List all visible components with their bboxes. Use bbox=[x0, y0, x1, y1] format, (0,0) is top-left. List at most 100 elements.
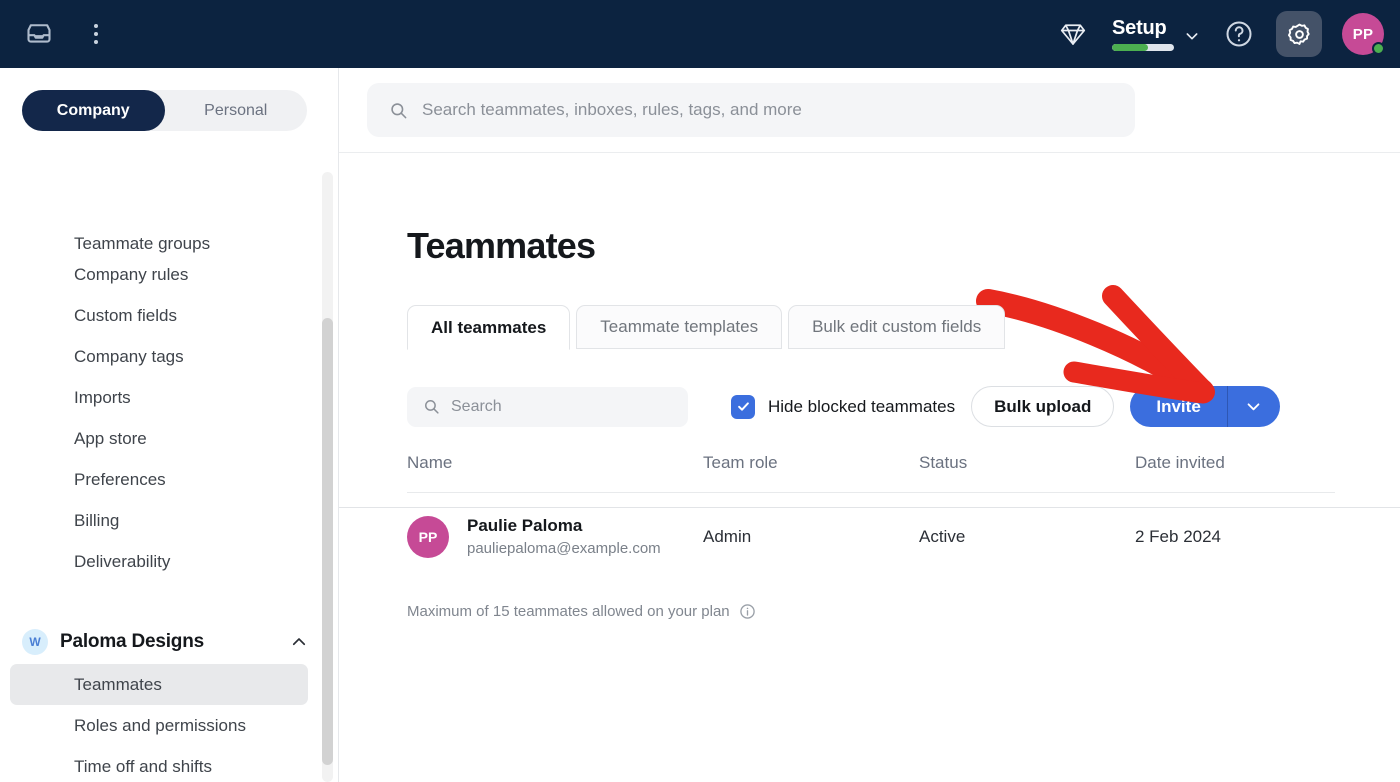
hide-blocked-checkbox[interactable] bbox=[731, 395, 755, 419]
search-input[interactable] bbox=[422, 100, 1112, 120]
sidebar-item-label: Roles and permissions bbox=[74, 716, 246, 736]
scope-toggle-company[interactable]: Company bbox=[22, 90, 165, 131]
sidebar-item-label: Company rules bbox=[74, 265, 188, 285]
presence-indicator bbox=[1372, 42, 1385, 55]
sidebar-item-label: Custom fields bbox=[74, 306, 177, 326]
teammate-email: pauliepaloma@example.com bbox=[467, 539, 661, 559]
setup-progress-menu[interactable]: Setup bbox=[1110, 17, 1202, 51]
chevron-up-icon bbox=[290, 633, 308, 651]
global-search-header bbox=[339, 68, 1400, 153]
sidebar-item-billing[interactable]: Billing bbox=[10, 500, 308, 541]
teammates-toolbar: Hide blocked teammates Bulk upload Invit… bbox=[407, 386, 1335, 427]
sidebar-item-label: App store bbox=[74, 429, 147, 449]
workspace-name: Paloma Designs bbox=[60, 631, 204, 653]
teammate-identity: PP Paulie Paloma pauliepaloma@example.co… bbox=[407, 515, 703, 559]
cell-status: Active bbox=[919, 493, 1135, 578]
tab-bulk-edit-custom-fields[interactable]: Bulk edit custom fields bbox=[788, 305, 1005, 349]
teammates-page: Teammates All teammates Teammate templat… bbox=[339, 153, 1400, 620]
kebab-dot bbox=[94, 40, 98, 44]
teammates-search[interactable] bbox=[407, 387, 688, 427]
sidebar-item-teammate-groups[interactable]: Teammate groups bbox=[10, 220, 308, 254]
bulk-upload-button[interactable]: Bulk upload bbox=[971, 386, 1114, 427]
topbar-left-group bbox=[0, 17, 110, 51]
plan-limit-text: Maximum of 15 teammates allowed on your … bbox=[407, 603, 730, 620]
teammates-search-input[interactable] bbox=[451, 398, 661, 416]
kebab-dot bbox=[94, 32, 98, 36]
teammates-table: Name Team role Status Date invited PP bbox=[407, 453, 1335, 577]
sidebar-item-label: Deliverability bbox=[74, 552, 170, 572]
checkmark-icon bbox=[736, 399, 751, 414]
setup-progress-bar bbox=[1112, 44, 1174, 51]
column-header-date-invited: Date invited bbox=[1135, 453, 1335, 493]
sidebar-item-label: Billing bbox=[74, 511, 119, 531]
info-circle-icon[interactable] bbox=[739, 603, 756, 620]
chevron-down-icon bbox=[1245, 398, 1262, 415]
tab-label: Teammate templates bbox=[600, 317, 758, 337]
column-header-status: Status bbox=[919, 453, 1135, 493]
sidebar-section-gap bbox=[0, 582, 330, 620]
invite-button-group: Invite bbox=[1130, 386, 1279, 427]
sidebar-item-company-rules[interactable]: Company rules bbox=[10, 254, 308, 295]
table-row[interactable]: PP Paulie Paloma pauliepaloma@example.co… bbox=[407, 493, 1335, 578]
invite-button-label: Invite bbox=[1156, 397, 1200, 417]
hide-blocked-label: Hide blocked teammates bbox=[768, 397, 955, 417]
avatar: PP bbox=[407, 516, 449, 558]
sidebar-item-custom-fields[interactable]: Custom fields bbox=[10, 295, 308, 336]
sidebar-item-deliverability[interactable]: Deliverability bbox=[10, 541, 308, 582]
question-circle-icon[interactable] bbox=[1222, 17, 1256, 51]
tab-all-teammates[interactable]: All teammates bbox=[407, 305, 570, 350]
sidebar-item-time-off-and-shifts[interactable]: Time off and shifts bbox=[10, 746, 308, 782]
cell-date-invited: 2 Feb 2024 bbox=[1135, 493, 1335, 578]
gear-icon[interactable] bbox=[1276, 11, 1322, 57]
column-header-name: Name bbox=[407, 453, 703, 493]
table-header: Name Team role Status Date invited bbox=[407, 453, 1335, 493]
kebab-menu-icon[interactable] bbox=[82, 17, 110, 51]
kebab-dot bbox=[94, 24, 98, 28]
topbar-right-group: Setup bbox=[1056, 11, 1400, 57]
sidebar-item-label: Time off and shifts bbox=[74, 757, 212, 777]
avatar-initials: PP bbox=[419, 529, 438, 545]
sidebar-item-teammates[interactable]: Teammates bbox=[10, 664, 308, 705]
sidebar-item-label: Teammates bbox=[74, 675, 162, 695]
sidebar-item-app-store[interactable]: App store bbox=[10, 418, 308, 459]
hide-blocked-teammates-toggle[interactable]: Hide blocked teammates bbox=[731, 395, 955, 419]
diamond-icon[interactable] bbox=[1056, 17, 1090, 51]
scope-toggle-personal[interactable]: Personal bbox=[165, 90, 308, 131]
setup-progress-column: Setup bbox=[1112, 17, 1174, 51]
workspace-badge-letter: W bbox=[29, 635, 40, 649]
sidebar-item-company-tags[interactable]: Company tags bbox=[10, 336, 308, 377]
page-title: Teammates bbox=[407, 225, 1400, 267]
sidebar-item-preferences[interactable]: Preferences bbox=[10, 459, 308, 500]
sidebar-nav-list: Teammate groups Company rules Custom fie… bbox=[0, 220, 330, 782]
sidebar-scrollbar-thumb[interactable] bbox=[322, 318, 333, 765]
sidebar: Company Personal Teammate groups Company… bbox=[0, 68, 339, 782]
sidebar-item-label: Imports bbox=[74, 388, 131, 408]
cell-name: PP Paulie Paloma pauliepaloma@example.co… bbox=[407, 493, 703, 578]
tabs-baseline bbox=[339, 507, 1400, 508]
teammate-name: Paulie Paloma bbox=[467, 515, 661, 537]
top-navigation-bar: Setup bbox=[0, 0, 1400, 68]
setup-label: Setup bbox=[1112, 17, 1167, 39]
scope-toggle-personal-label: Personal bbox=[204, 102, 267, 120]
tab-label: Bulk edit custom fields bbox=[812, 317, 981, 337]
column-header-team-role: Team role bbox=[703, 453, 919, 493]
sidebar-item-roles-and-permissions[interactable]: Roles and permissions bbox=[10, 705, 308, 746]
inbox-icon[interactable] bbox=[22, 17, 56, 51]
avatar[interactable]: PP bbox=[1342, 13, 1384, 55]
workspace-header[interactable]: W Paloma Designs bbox=[0, 620, 308, 664]
main-content: Teammates All teammates Teammate templat… bbox=[339, 68, 1400, 782]
tab-label: All teammates bbox=[431, 318, 546, 338]
workspace-badge: W bbox=[22, 629, 48, 655]
cell-team-role: Admin bbox=[703, 493, 919, 578]
invite-button[interactable]: Invite bbox=[1130, 386, 1226, 427]
global-search-bar[interactable] bbox=[367, 83, 1135, 137]
plan-limit-note: Maximum of 15 teammates allowed on your … bbox=[407, 603, 1400, 620]
search-icon bbox=[389, 101, 408, 120]
search-icon bbox=[423, 398, 440, 415]
sidebar-item-label: Teammate groups bbox=[74, 234, 210, 254]
invite-dropdown-button[interactable] bbox=[1228, 386, 1280, 427]
tab-teammate-templates[interactable]: Teammate templates bbox=[576, 305, 782, 349]
sidebar-item-imports[interactable]: Imports bbox=[10, 377, 308, 418]
table-header-row: Name Team role Status Date invited bbox=[407, 453, 1335, 493]
setup-progress-fill bbox=[1112, 44, 1148, 51]
